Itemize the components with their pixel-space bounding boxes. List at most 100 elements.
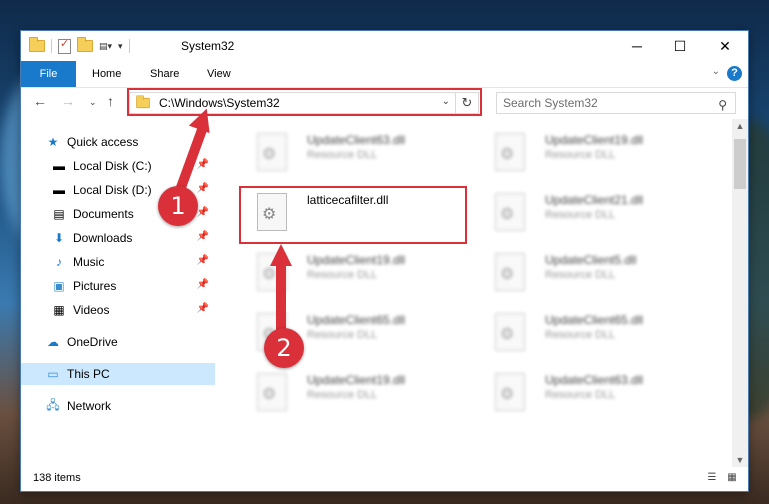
large-icons-view-icon[interactable]: ▦ <box>724 472 740 485</box>
file-item[interactable]: UpdateClient21.dll Resource DLL <box>473 187 693 235</box>
file-item[interactable]: UpdateClient19.dll Resource DLL <box>473 127 693 175</box>
videos-icon: ▦ <box>53 303 65 317</box>
file-name: UpdateClient63.dll <box>545 373 644 387</box>
pin-icon[interactable]: 📌 <box>197 183 209 194</box>
file-list: UpdateClient63.dll Resource DLL latticec… <box>215 119 732 467</box>
sidebar-item-label: This PC <box>67 367 110 381</box>
sidebar-item-label: Network <box>67 399 112 413</box>
sidebar-item-label: Music <box>73 255 105 269</box>
search-input[interactable]: Search System32 ⚲ <box>496 92 736 114</box>
file-type: Resource DLL <box>307 329 378 341</box>
sidebar-item-videos[interactable]: ▦ Videos 📌 <box>21 299 215 321</box>
tab-home[interactable]: Home <box>78 61 135 87</box>
file-name: UpdateClient63.dll <box>307 133 406 147</box>
item-count: 138 items <box>33 472 81 484</box>
dll-file-icon <box>495 133 525 171</box>
star-icon: ★ <box>47 135 59 149</box>
pin-icon[interactable]: 📌 <box>197 255 209 266</box>
sidebar-item-label: Downloads <box>73 231 133 245</box>
dll-file-icon <box>495 313 525 351</box>
sidebar-item-downloads[interactable]: ⬇ Downloads 📌 <box>21 227 215 249</box>
expand-ribbon-icon[interactable]: ⌄ <box>712 66 720 77</box>
pin-icon[interactable]: 📌 <box>197 303 209 314</box>
new-folder-icon[interactable] <box>77 37 93 52</box>
file-type: Resource DLL <box>545 269 616 281</box>
file-item[interactable]: UpdateClient63.dll Resource DLL <box>235 127 455 175</box>
sidebar-item-music[interactable]: ♪ Music 📌 <box>21 251 215 273</box>
minimize-button[interactable]: ─ <box>614 31 660 61</box>
customize-toolbar-icon[interactable]: ▤▾ <box>99 41 112 52</box>
ribbon: File Home Share View ⌄ ? <box>21 61 748 88</box>
drive-icon: ▬ <box>53 159 65 173</box>
file-highlight <box>239 186 467 244</box>
scroll-up-icon[interactable]: ▲ <box>732 121 748 131</box>
file-item[interactable]: UpdateClient19.dll Resource DLL <box>235 247 455 295</box>
cloud-icon: ☁ <box>47 335 59 349</box>
dll-file-icon <box>257 133 287 171</box>
file-name: UpdateClient65.dll <box>307 313 406 327</box>
sidebar-item-network[interactable]: 🖧 Network <box>21 395 215 417</box>
title-bar: ▤▾ ▾ System32 ─ ☐ ✕ <box>21 31 748 61</box>
file-item[interactable]: UpdateClient19.dll Resource DLL <box>235 367 455 415</box>
file-item[interactable]: UpdateClient65.dll Resource DLL <box>473 307 693 355</box>
quick-access-toolbar: ▤▾ ▾ <box>29 37 130 55</box>
arrow-2-head <box>270 244 292 266</box>
sidebar-item-label: Local Disk (D:) <box>73 183 152 197</box>
step-1-badge: 1 <box>158 186 198 226</box>
forward-arrow-icon[interactable]: → <box>61 93 75 109</box>
sidebar-item-label: OneDrive <box>67 335 118 349</box>
sidebar-item-label: Videos <box>73 303 110 317</box>
file-item[interactable]: UpdateClient63.dll Resource DLL <box>473 367 693 415</box>
sidebar-item-label: Local Disk (C:) <box>73 159 152 173</box>
folder-icon <box>29 37 45 52</box>
tab-view[interactable]: View <box>193 61 245 87</box>
vertical-scrollbar[interactable]: ▲ ▼ <box>732 119 748 467</box>
dll-file-icon <box>495 373 525 411</box>
back-arrow-icon[interactable]: ← <box>33 93 47 109</box>
pin-icon[interactable]: 📌 <box>197 159 209 170</box>
dll-file-icon <box>495 193 525 231</box>
separator <box>51 39 52 53</box>
file-type: Resource DLL <box>307 389 378 401</box>
scroll-thumb[interactable] <box>734 139 746 189</box>
tab-share[interactable]: Share <box>136 61 193 87</box>
details-view-icon[interactable]: ☰ <box>704 472 720 485</box>
file-type: Resource DLL <box>545 149 616 161</box>
file-name: UpdateClient21.dll <box>545 193 644 207</box>
close-button[interactable]: ✕ <box>702 31 748 61</box>
network-icon: 🖧 <box>46 397 60 412</box>
sidebar-item-label: Documents <box>73 207 134 221</box>
file-name: UpdateClient19.dll <box>307 373 406 387</box>
file-type: Resource DLL <box>545 389 616 401</box>
pictures-icon: ▣ <box>53 279 65 293</box>
search-placeholder: Search System32 <box>503 96 598 110</box>
pin-icon[interactable]: 📌 <box>197 207 209 218</box>
maximize-button[interactable]: ☐ <box>657 31 703 61</box>
dll-file-icon <box>257 373 287 411</box>
search-icon: ⚲ <box>718 98 727 112</box>
pin-icon[interactable]: 📌 <box>197 231 209 242</box>
scroll-down-icon[interactable]: ▼ <box>732 455 748 465</box>
sidebar-item-pictures[interactable]: ▣ Pictures 📌 <box>21 275 215 297</box>
file-name: UpdateClient65.dll <box>545 313 644 327</box>
window-title: System32 <box>181 39 235 53</box>
file-type: Resource DLL <box>545 329 616 341</box>
up-arrow-icon[interactable]: ↑ <box>107 93 114 109</box>
toolbar-dropdown-icon[interactable]: ▾ <box>118 41 123 52</box>
file-item[interactable]: UpdateClient5.dll Resource DLL <box>473 247 693 295</box>
recent-locations-icon[interactable]: ⌄ <box>89 97 97 108</box>
status-bar: 138 items ☰ ▦ <box>21 467 748 491</box>
file-type: Resource DLL <box>545 209 616 221</box>
sidebar-item-quick-access[interactable]: ★ Quick access <box>21 131 215 153</box>
pin-icon[interactable]: 📌 <box>197 279 209 290</box>
sidebar-item-onedrive[interactable]: ☁ OneDrive <box>21 331 215 353</box>
computer-icon: ▭ <box>47 367 59 381</box>
sidebar-item-this-pc[interactable]: ▭ This PC <box>21 363 215 385</box>
arrow-2-shaft <box>276 262 286 332</box>
tab-file[interactable]: File <box>21 61 76 87</box>
properties-icon[interactable] <box>58 37 71 54</box>
separator <box>128 39 130 53</box>
sidebar-item-label: Quick access <box>67 135 139 149</box>
music-icon: ♪ <box>56 255 62 269</box>
help-icon[interactable]: ? <box>727 66 742 81</box>
